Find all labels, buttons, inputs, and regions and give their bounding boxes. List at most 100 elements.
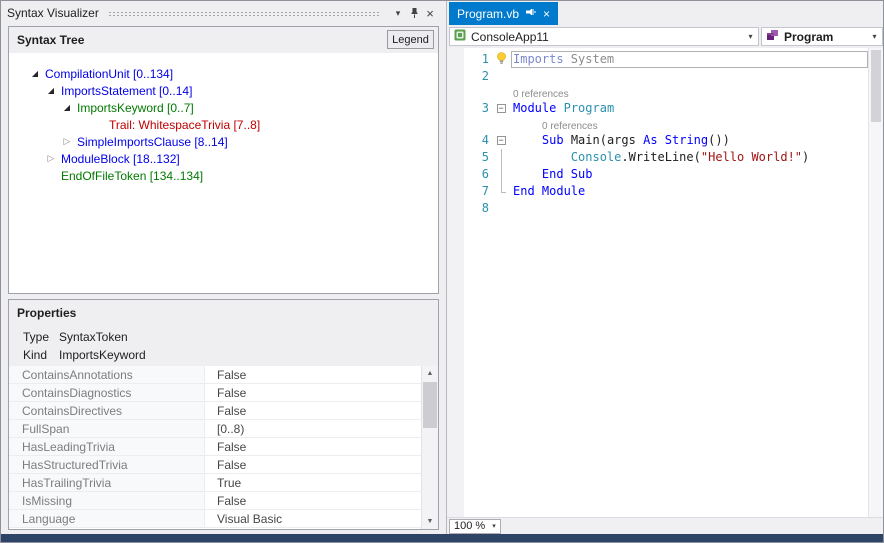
code-token — [513, 133, 542, 147]
chevron-down-icon[interactable]: ▾ — [867, 32, 882, 41]
glyph-cell[interactable] — [447, 85, 464, 100]
code-token: Main — [571, 133, 600, 147]
line-number: 8 — [464, 200, 491, 217]
glyph-cell[interactable] — [447, 100, 464, 117]
syntax-tree[interactable]: ◢CompilationUnit [0..134]◢ImportsStateme… — [9, 53, 438, 293]
legend-button[interactable]: Legend — [387, 30, 434, 49]
tab-close-icon[interactable]: × — [543, 8, 550, 20]
chevron-down-icon[interactable]: ▾ — [743, 32, 758, 41]
property-grid-scrollbar[interactable]: ▲ ▼ — [421, 366, 438, 529]
property-value: False — [205, 456, 421, 473]
property-row[interactable]: ContainsDiagnosticsFalse — [9, 384, 421, 402]
property-row[interactable]: ContainsAnnotationsFalse — [9, 366, 421, 384]
tree-expander-icon[interactable]: ◢ — [59, 103, 75, 112]
code-token: (args — [600, 133, 643, 147]
code-token: ()) — [708, 133, 730, 147]
codelens-text-cell[interactable]: 0 references — [511, 117, 868, 132]
code-text[interactable]: End Module — [511, 183, 868, 200]
glyph-cell[interactable] — [447, 166, 464, 183]
code-token — [564, 133, 571, 147]
tree-expander-icon[interactable]: ▷ — [59, 136, 75, 147]
vs-window: Syntax Visualizer ▾ × Syntax Tree Legend… — [0, 0, 884, 543]
code-text[interactable] — [511, 200, 868, 217]
code-text[interactable]: Sub Main(args As String()) — [511, 132, 868, 149]
tree-node[interactable]: ◢ImportsStatement [0..14] — [9, 82, 438, 99]
tab-program-vb[interactable]: Program.vb × — [449, 2, 558, 25]
editor-scrollbar[interactable] — [868, 48, 883, 517]
code-text[interactable]: Imports System — [511, 51, 868, 68]
line-number: 6 — [464, 166, 491, 183]
tree-node[interactable]: ▷ModuleBlock [18..132] — [9, 150, 438, 167]
code-token: ) — [802, 150, 809, 164]
code-token: String — [665, 133, 708, 147]
tree-node-label: CompilationUnit [0..134] — [45, 67, 173, 81]
tree-node[interactable]: Trail: WhitespaceTrivia [7..8] — [9, 116, 438, 133]
property-value: False — [205, 492, 421, 509]
collapse-box-icon[interactable]: − — [497, 136, 506, 145]
scroll-down-icon[interactable]: ▼ — [422, 514, 438, 529]
project-icon — [454, 29, 466, 44]
syntax-visualizer-panel: Syntax Visualizer ▾ × Syntax Tree Legend… — [1, 1, 446, 534]
pin-icon[interactable] — [406, 5, 422, 21]
scrollbar-thumb[interactable] — [423, 382, 437, 428]
property-meta-name: Kind — [23, 348, 59, 362]
property-meta-value: SyntaxToken — [59, 330, 128, 344]
tab-pin-icon[interactable] — [526, 7, 536, 21]
glyph-cell[interactable] — [447, 200, 464, 217]
glyph-cell[interactable] — [447, 183, 464, 200]
property-meta-row: KindImportsKeyword — [9, 346, 438, 364]
code-token: . — [621, 150, 628, 164]
code-text[interactable]: Console.WriteLine("Hello World!") — [511, 149, 868, 166]
close-icon[interactable]: × — [422, 5, 438, 21]
property-rows: ContainsAnnotationsFalseContainsDiagnost… — [9, 366, 421, 529]
scrollbar-thumb[interactable] — [871, 50, 881, 122]
tree-node[interactable]: ◢CompilationUnit [0..134] — [9, 65, 438, 82]
line-number: 3 — [464, 100, 491, 117]
titlebar-grip[interactable] — [108, 11, 381, 16]
tab-title: Program.vb — [457, 7, 519, 21]
glyph-cell[interactable] — [447, 117, 464, 132]
tree-node[interactable]: EndOfFileToken [134..134] — [9, 167, 438, 184]
property-row[interactable]: HasStructuredTriviaFalse — [9, 456, 421, 474]
line-number: 1 — [464, 51, 491, 68]
window-position-menu-icon[interactable]: ▾ — [390, 5, 406, 21]
code-text[interactable]: End Sub — [511, 166, 868, 183]
tree-expander-icon[interactable]: ◢ — [43, 86, 59, 95]
property-row[interactable]: HasLeadingTriviaFalse — [9, 438, 421, 456]
lightbulb-icon[interactable] — [496, 52, 507, 68]
property-name: HasLeadingTrivia — [9, 438, 205, 455]
code-token — [513, 150, 571, 164]
code-text[interactable] — [511, 68, 868, 85]
scroll-up-icon[interactable]: ▲ — [422, 366, 438, 381]
property-name: ContainsDirectives — [9, 402, 205, 419]
property-row[interactable]: LanguageVisual Basic — [9, 510, 421, 528]
tree-node[interactable]: ◢ImportsKeyword [0..7] — [9, 99, 438, 116]
code-token: WriteLine — [629, 150, 694, 164]
outline-margin: − — [491, 100, 511, 117]
tool-window-titlebar[interactable]: Syntax Visualizer ▾ × — [1, 3, 444, 23]
tree-node[interactable]: ▷SimpleImportsClause [8..14] — [9, 133, 438, 150]
collapse-box-icon[interactable]: − — [497, 104, 506, 113]
codelens-text-cell[interactable]: 0 references — [511, 85, 868, 100]
code-line: 5 Console.WriteLine("Hello World!") — [447, 149, 868, 166]
chevron-down-icon[interactable]: ▾ — [492, 522, 496, 530]
glyph-cell[interactable] — [447, 132, 464, 149]
property-row[interactable]: FullSpan[0..8) — [9, 420, 421, 438]
code-text[interactable]: Module Program — [511, 100, 868, 117]
outline-margin: − — [491, 132, 511, 149]
property-row[interactable]: HasTrailingTriviaTrue — [9, 474, 421, 492]
tree-expander-icon[interactable]: ▷ — [43, 153, 59, 164]
property-row[interactable]: ContainsDirectivesFalse — [9, 402, 421, 420]
property-row[interactable]: IsMissingFalse — [9, 492, 421, 510]
glyph-cell[interactable] — [447, 51, 464, 68]
zoom-control[interactable]: 100 % ▾ — [449, 519, 501, 534]
property-name: IsMissing — [9, 492, 205, 509]
glyph-cell[interactable] — [447, 149, 464, 166]
code-editor[interactable]: 1Imports System20 references3−Module Pro… — [447, 48, 883, 517]
tree-expander-icon[interactable]: ◢ — [27, 69, 43, 78]
code-token: ( — [694, 150, 701, 164]
tree-node-label: EndOfFileToken [134..134] — [61, 169, 203, 183]
glyph-cell[interactable] — [447, 68, 464, 85]
project-dropdown[interactable]: ConsoleApp11 ▾ — [449, 27, 759, 46]
member-dropdown[interactable]: Program ▾ — [761, 27, 883, 46]
